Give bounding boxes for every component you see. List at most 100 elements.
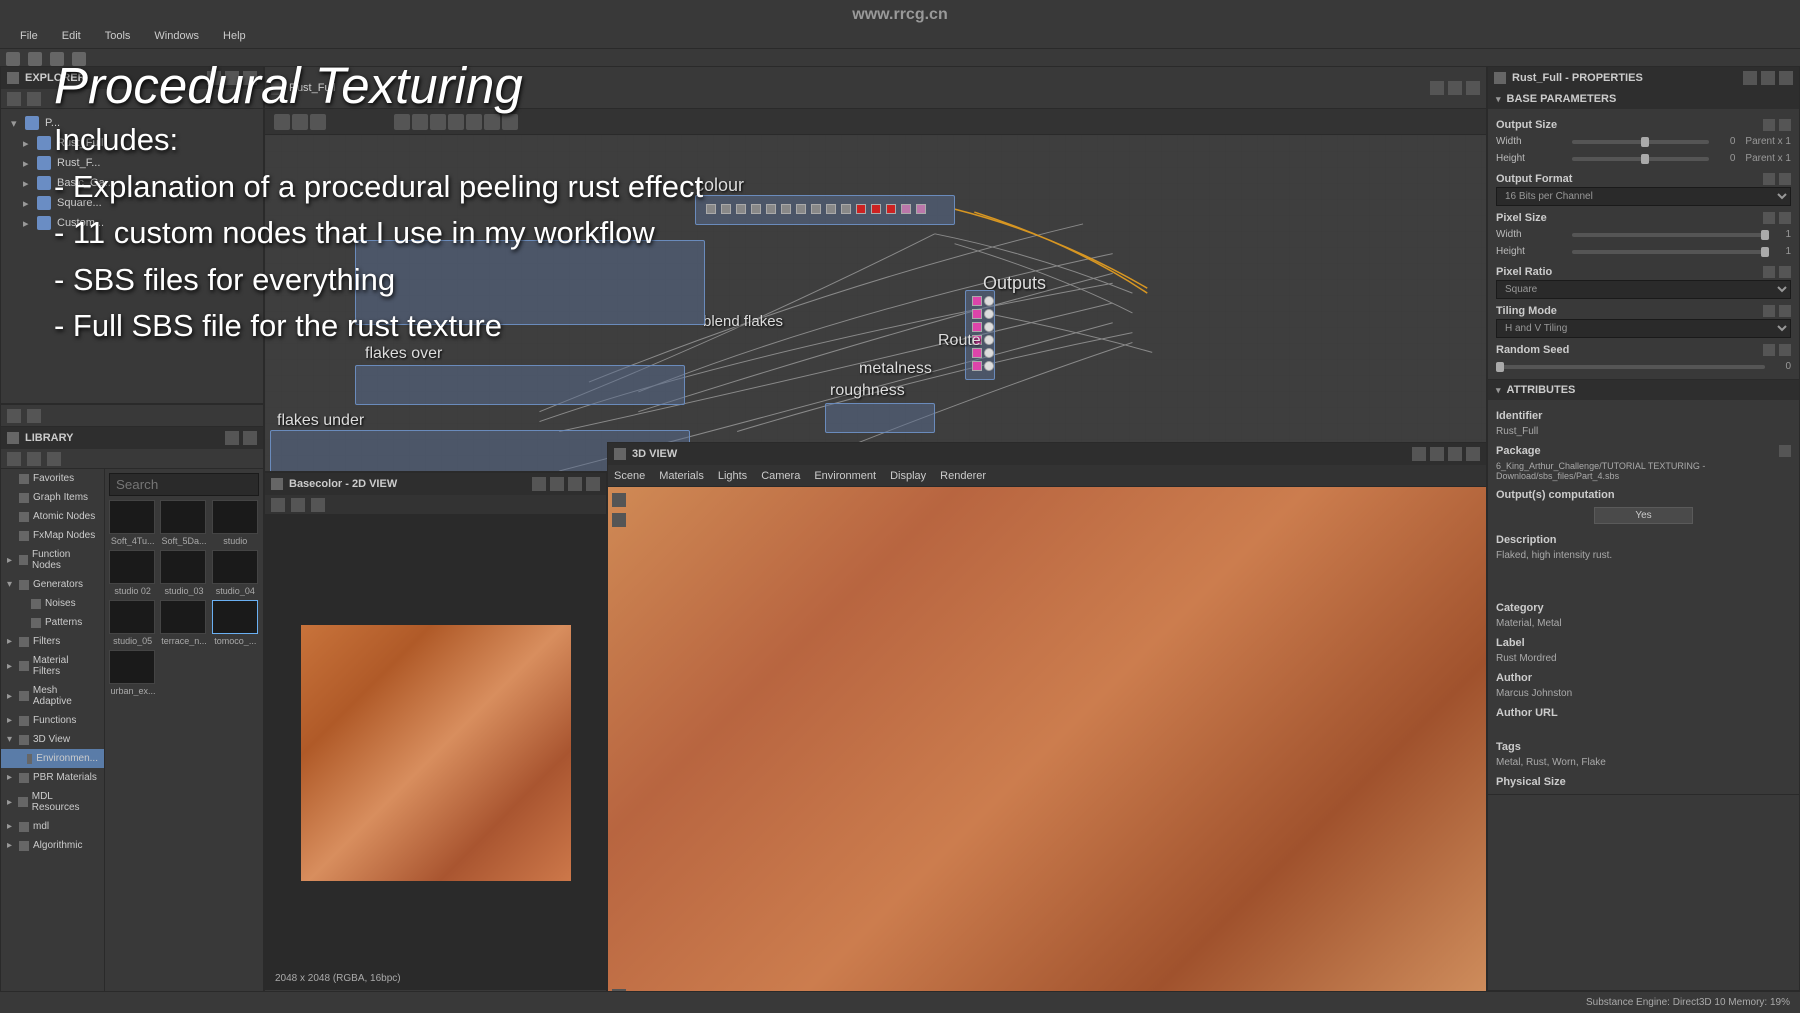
refresh-icon[interactable]: [28, 52, 42, 66]
lib-item-mesh-adaptive[interactable]: ▸Mesh Adaptive: [1, 681, 104, 711]
thumb-studio_05[interactable]: [109, 600, 155, 634]
lib-item-patterns[interactable]: Patterns: [1, 613, 104, 632]
menu3d-lights[interactable]: Lights: [718, 470, 747, 482]
menu3d-environment[interactable]: Environment: [814, 470, 876, 482]
thumb-urban_ex...[interactable]: [109, 650, 155, 684]
tiling-mode-select[interactable]: H and V Tiling: [1496, 319, 1791, 338]
copy-icon[interactable]: [291, 498, 305, 512]
grid-icon[interactable]: [502, 114, 518, 130]
menu-tools[interactable]: Tools: [93, 26, 143, 48]
px-height-slider[interactable]: [1572, 250, 1765, 254]
folder-icon[interactable]: [1779, 445, 1791, 457]
reset-icon[interactable]: [1779, 173, 1791, 185]
rotate-icon[interactable]: [466, 114, 482, 130]
maximize-icon[interactable]: [225, 71, 239, 85]
menu-file[interactable]: File: [8, 26, 50, 48]
reset-icon[interactable]: [1779, 266, 1791, 278]
tree-item-rust-full[interactable]: ▸ Rust_Full: [5, 133, 259, 153]
maximize-icon[interactable]: [1761, 71, 1775, 85]
pin-icon[interactable]: [1430, 81, 1444, 95]
lib-item-functions[interactable]: ▸Functions: [1, 711, 104, 730]
info-icon[interactable]: [7, 409, 21, 423]
close-icon[interactable]: [1466, 447, 1480, 461]
save-icon[interactable]: [271, 498, 285, 512]
thumb-studio 02[interactable]: [109, 550, 155, 584]
close-icon[interactable]: [1466, 81, 1480, 95]
attributes-section[interactable]: ▾ ATTRIBUTES: [1488, 380, 1799, 400]
pixel-ratio-select[interactable]: Square: [1496, 280, 1791, 299]
redo-icon[interactable]: [292, 114, 308, 130]
lib-item-noises[interactable]: Noises: [1, 594, 104, 613]
new-icon[interactable]: [7, 92, 21, 106]
tree-item-basic[interactable]: ▸ Basic_Ga...: [5, 173, 259, 193]
lib-item-favorites[interactable]: Favorites: [1, 469, 104, 488]
lock-icon[interactable]: [1763, 344, 1775, 356]
frame-roughness[interactable]: [825, 403, 935, 433]
thumb-terrace_n...[interactable]: [160, 600, 206, 634]
camera-icon[interactable]: [612, 493, 626, 507]
lock-icon[interactable]: [1763, 173, 1775, 185]
yes-button[interactable]: Yes: [1594, 507, 1692, 524]
thumb-studio[interactable]: [212, 500, 258, 534]
lock-icon[interactable]: [1763, 212, 1775, 224]
align-icon[interactable]: [394, 114, 410, 130]
thumb-Soft_4Tu...[interactable]: [109, 500, 155, 534]
px-width-slider[interactable]: [1572, 233, 1765, 237]
output-format-select[interactable]: 16 Bits per Channel: [1496, 187, 1791, 206]
lib-item-filters[interactable]: ▸Filters: [1, 632, 104, 651]
pin-icon[interactable]: [1412, 447, 1426, 461]
frame-colour[interactable]: [695, 195, 955, 225]
lib-item-fxmap-nodes[interactable]: FxMap Nodes: [1, 526, 104, 545]
lib-item-graph-items[interactable]: Graph Items: [1, 488, 104, 507]
pin-icon[interactable]: [532, 477, 546, 491]
scissor-icon[interactable]: [430, 114, 446, 130]
menu3d-camera[interactable]: Camera: [761, 470, 800, 482]
menu-help[interactable]: Help: [211, 26, 258, 48]
lib-item-generators[interactable]: ▾Generators: [1, 575, 104, 594]
graph-tab-title[interactable]: Rust_Full: [289, 82, 335, 94]
menu-windows[interactable]: Windows: [142, 26, 211, 48]
menu3d-display[interactable]: Display: [890, 470, 926, 482]
info2-icon[interactable]: [27, 409, 41, 423]
menu3d-scene[interactable]: Scene: [614, 470, 645, 482]
thumb-studio_04[interactable]: [212, 550, 258, 584]
lock-icon[interactable]: [1763, 305, 1775, 317]
thumb-tomoco_...[interactable]: [212, 600, 258, 634]
frame-flakes-over[interactable]: [355, 365, 685, 405]
lib-item-mdl[interactable]: ▸mdl: [1, 817, 104, 836]
menu3d-materials[interactable]: Materials: [659, 470, 704, 482]
reset-icon[interactable]: [1779, 212, 1791, 224]
reset-icon[interactable]: [1779, 119, 1791, 131]
lib-item--d-view[interactable]: ▾3D View: [1, 730, 104, 749]
lock-icon[interactable]: [1763, 266, 1775, 278]
width-slider[interactable]: [1572, 140, 1709, 144]
height-slider[interactable]: [1572, 157, 1709, 161]
menu3d-renderer[interactable]: Renderer: [940, 470, 986, 482]
crop-icon[interactable]: [448, 114, 464, 130]
link-icon[interactable]: [412, 114, 428, 130]
lib-item-environmen-[interactable]: Environmen...: [1, 749, 104, 768]
maximize-icon[interactable]: [1448, 447, 1462, 461]
view2d-canvas[interactable]: 2048 x 2048 (RGBA, 16bpc): [265, 515, 606, 990]
pin-icon[interactable]: [207, 71, 221, 85]
lib-item-mdl-resources[interactable]: ▸MDL Resources: [1, 787, 104, 817]
pin-icon[interactable]: [1743, 71, 1757, 85]
split-icon[interactable]: [550, 477, 564, 491]
save-icon[interactable]: [72, 52, 86, 66]
tree-item-square[interactable]: ▸ Square...: [5, 193, 259, 213]
link-icon[interactable]: [311, 498, 325, 512]
thumb-Soft_5Da...[interactable]: [160, 500, 206, 534]
text-icon[interactable]: [310, 114, 326, 130]
lib-item-material-filters[interactable]: ▸Material Filters: [1, 651, 104, 681]
undo-icon[interactable]: [274, 114, 290, 130]
folder-icon[interactable]: [7, 452, 21, 466]
pencil-icon[interactable]: [47, 452, 61, 466]
home-icon[interactable]: [6, 52, 20, 66]
tree-item-custom[interactable]: ▸ Custom...: [5, 213, 259, 233]
lib-item-atomic-nodes[interactable]: Atomic Nodes: [1, 507, 104, 526]
split-icon[interactable]: [1430, 447, 1444, 461]
light-icon[interactable]: [612, 513, 626, 527]
close-icon[interactable]: [1779, 71, 1793, 85]
close-icon[interactable]: [243, 71, 257, 85]
seed-slider[interactable]: [1496, 365, 1765, 369]
